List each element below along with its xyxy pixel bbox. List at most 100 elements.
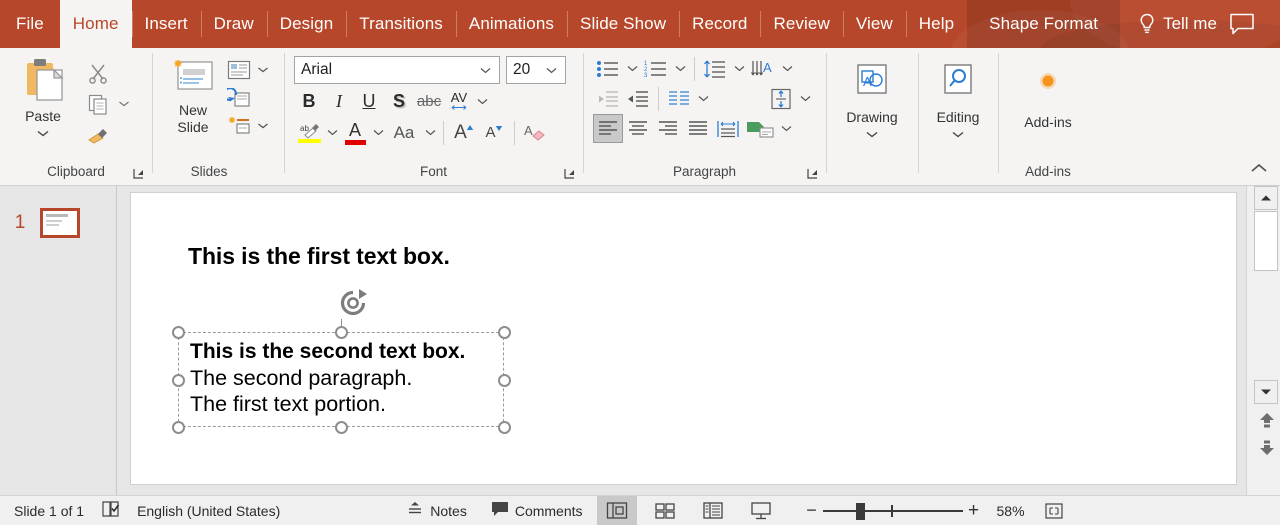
chevron-down-icon[interactable] xyxy=(254,113,272,139)
collapse-ribbon-button[interactable] xyxy=(1248,159,1270,179)
clear-formatting-button[interactable]: A xyxy=(520,118,550,147)
reading-view-button[interactable] xyxy=(693,496,733,525)
chevron-down-icon[interactable] xyxy=(865,126,879,142)
chevron-down-icon[interactable] xyxy=(730,54,748,83)
resize-handle-bottom-right[interactable] xyxy=(498,421,511,434)
tab-draw[interactable]: Draw xyxy=(200,0,267,48)
resize-handle-bottom-left[interactable] xyxy=(172,421,185,434)
tab-insert[interactable]: Insert xyxy=(131,0,201,48)
numbering-button[interactable]: 1 2 3 xyxy=(641,54,671,83)
chevron-down-icon[interactable] xyxy=(116,89,132,119)
chevron-down-icon[interactable] xyxy=(623,54,641,83)
resize-handle-top-right[interactable] xyxy=(498,326,511,339)
font-dialog-launcher[interactable] xyxy=(563,165,576,179)
chevron-down-icon[interactable] xyxy=(778,54,796,83)
clipboard-dialog-launcher[interactable] xyxy=(132,165,145,179)
comment-icon[interactable] xyxy=(1228,12,1256,36)
chevron-down-icon[interactable] xyxy=(951,126,965,142)
italic-button[interactable]: I xyxy=(324,87,354,116)
font-size-combobox[interactable]: 20 xyxy=(506,56,566,84)
text-shadow-button[interactable]: S xyxy=(384,87,414,116)
align-left-button[interactable] xyxy=(593,114,623,143)
tab-transitions[interactable]: Transitions xyxy=(346,0,456,48)
slide-thumbnail-pane[interactable]: 1 xyxy=(0,186,117,495)
columns-button[interactable] xyxy=(664,84,694,113)
underline-button[interactable]: U xyxy=(354,87,384,116)
slide-thumbnail-1[interactable] xyxy=(40,208,80,238)
zoom-knob[interactable] xyxy=(855,502,865,520)
slide-sorter-view-button[interactable] xyxy=(645,496,685,525)
scroll-up-button[interactable] xyxy=(1254,186,1278,210)
vertical-scrollbar[interactable] xyxy=(1246,186,1280,495)
resize-handle-bottom-center[interactable] xyxy=(335,421,348,434)
chevron-down-icon[interactable] xyxy=(694,84,712,113)
chevron-down-icon[interactable] xyxy=(36,125,50,141)
line-spacing-button[interactable] xyxy=(700,54,730,83)
paste-button[interactable]: Paste xyxy=(6,53,80,141)
chevron-down-icon[interactable] xyxy=(540,61,563,79)
notes-button[interactable]: Notes xyxy=(406,500,467,521)
decrease-indent-button[interactable] xyxy=(593,84,623,113)
chevron-down-icon[interactable] xyxy=(796,84,814,113)
justify-button[interactable] xyxy=(683,114,713,143)
chevron-down-icon[interactable] xyxy=(777,114,795,143)
decrease-font-size-button[interactable]: A xyxy=(479,118,509,147)
align-center-button[interactable] xyxy=(623,114,653,143)
cut-button[interactable] xyxy=(80,58,116,88)
tab-home[interactable]: Home xyxy=(59,0,132,48)
rotate-handle-icon[interactable] xyxy=(335,285,371,321)
scroll-down-button[interactable] xyxy=(1254,380,1278,404)
convert-to-smartart-button[interactable] xyxy=(743,114,777,143)
tab-help[interactable]: Help xyxy=(905,0,967,48)
increase-indent-button[interactable] xyxy=(623,84,653,113)
format-painter-button[interactable] xyxy=(80,120,116,150)
chevron-down-icon[interactable] xyxy=(422,118,438,147)
chevron-down-icon[interactable] xyxy=(474,87,490,116)
text-box-2[interactable]: This is the second text box. The second … xyxy=(172,289,511,434)
font-color-button[interactable]: A xyxy=(340,118,370,147)
character-spacing-button[interactable]: AV xyxy=(444,87,474,116)
reset-slide-button[interactable] xyxy=(224,85,254,111)
chevron-down-icon[interactable] xyxy=(671,54,689,83)
chevron-down-icon[interactable] xyxy=(370,118,386,147)
fit-to-window-button[interactable] xyxy=(1037,502,1071,520)
zoom-percentage[interactable]: 58% xyxy=(985,503,1037,519)
tab-review[interactable]: Review xyxy=(760,0,842,48)
increase-font-size-button[interactable]: A xyxy=(449,118,479,147)
strikethrough-button[interactable]: abc xyxy=(414,87,444,116)
new-slide-button[interactable]: New Slide xyxy=(162,53,224,136)
paragraph-dialog-launcher[interactable] xyxy=(806,165,819,179)
text-box-1[interactable]: This is the first text box. xyxy=(188,243,450,270)
previous-slide-button[interactable] xyxy=(1256,410,1278,432)
editing-button[interactable]: Editing xyxy=(931,60,985,142)
addins-button[interactable]: Add-ins xyxy=(1020,62,1075,131)
slide-show-view-button[interactable] xyxy=(741,496,781,525)
chevron-down-icon[interactable] xyxy=(324,118,340,147)
resize-handle-middle-left[interactable] xyxy=(172,374,185,387)
chevron-down-icon[interactable] xyxy=(474,61,497,79)
section-button[interactable] xyxy=(224,113,254,139)
tab-record[interactable]: Record xyxy=(679,0,760,48)
normal-view-button[interactable] xyxy=(596,495,637,525)
thumbnail-row[interactable]: 1 xyxy=(0,200,117,246)
tab-shape-format[interactable]: Shape Format xyxy=(967,0,1121,48)
drawing-button[interactable]: A Drawing xyxy=(842,60,901,142)
tab-view[interactable]: View xyxy=(842,0,906,48)
tab-animations[interactable]: Animations xyxy=(455,0,567,48)
zoom-out-button[interactable]: − xyxy=(801,500,823,521)
font-name-combobox[interactable]: Arial xyxy=(294,56,500,84)
accessibility-check-button[interactable] xyxy=(101,500,121,521)
resize-handle-top-left[interactable] xyxy=(172,326,185,339)
bullets-button[interactable] xyxy=(593,54,623,83)
next-slide-button[interactable] xyxy=(1256,436,1278,458)
tab-design[interactable]: Design xyxy=(266,0,347,48)
distribute-button[interactable] xyxy=(713,114,743,143)
tab-slide-show[interactable]: Slide Show xyxy=(567,0,679,48)
scrollbar-thumb[interactable] xyxy=(1254,211,1278,271)
tell-me-search[interactable]: Tell me xyxy=(1120,0,1217,48)
align-text-vertical-button[interactable] xyxy=(766,84,796,113)
tab-file[interactable]: File xyxy=(0,0,60,48)
comments-button[interactable]: Comments xyxy=(491,501,583,520)
slide-canvas[interactable]: This is the first text box. This is the … xyxy=(130,192,1237,485)
slide-layout-button[interactable] xyxy=(224,57,254,83)
